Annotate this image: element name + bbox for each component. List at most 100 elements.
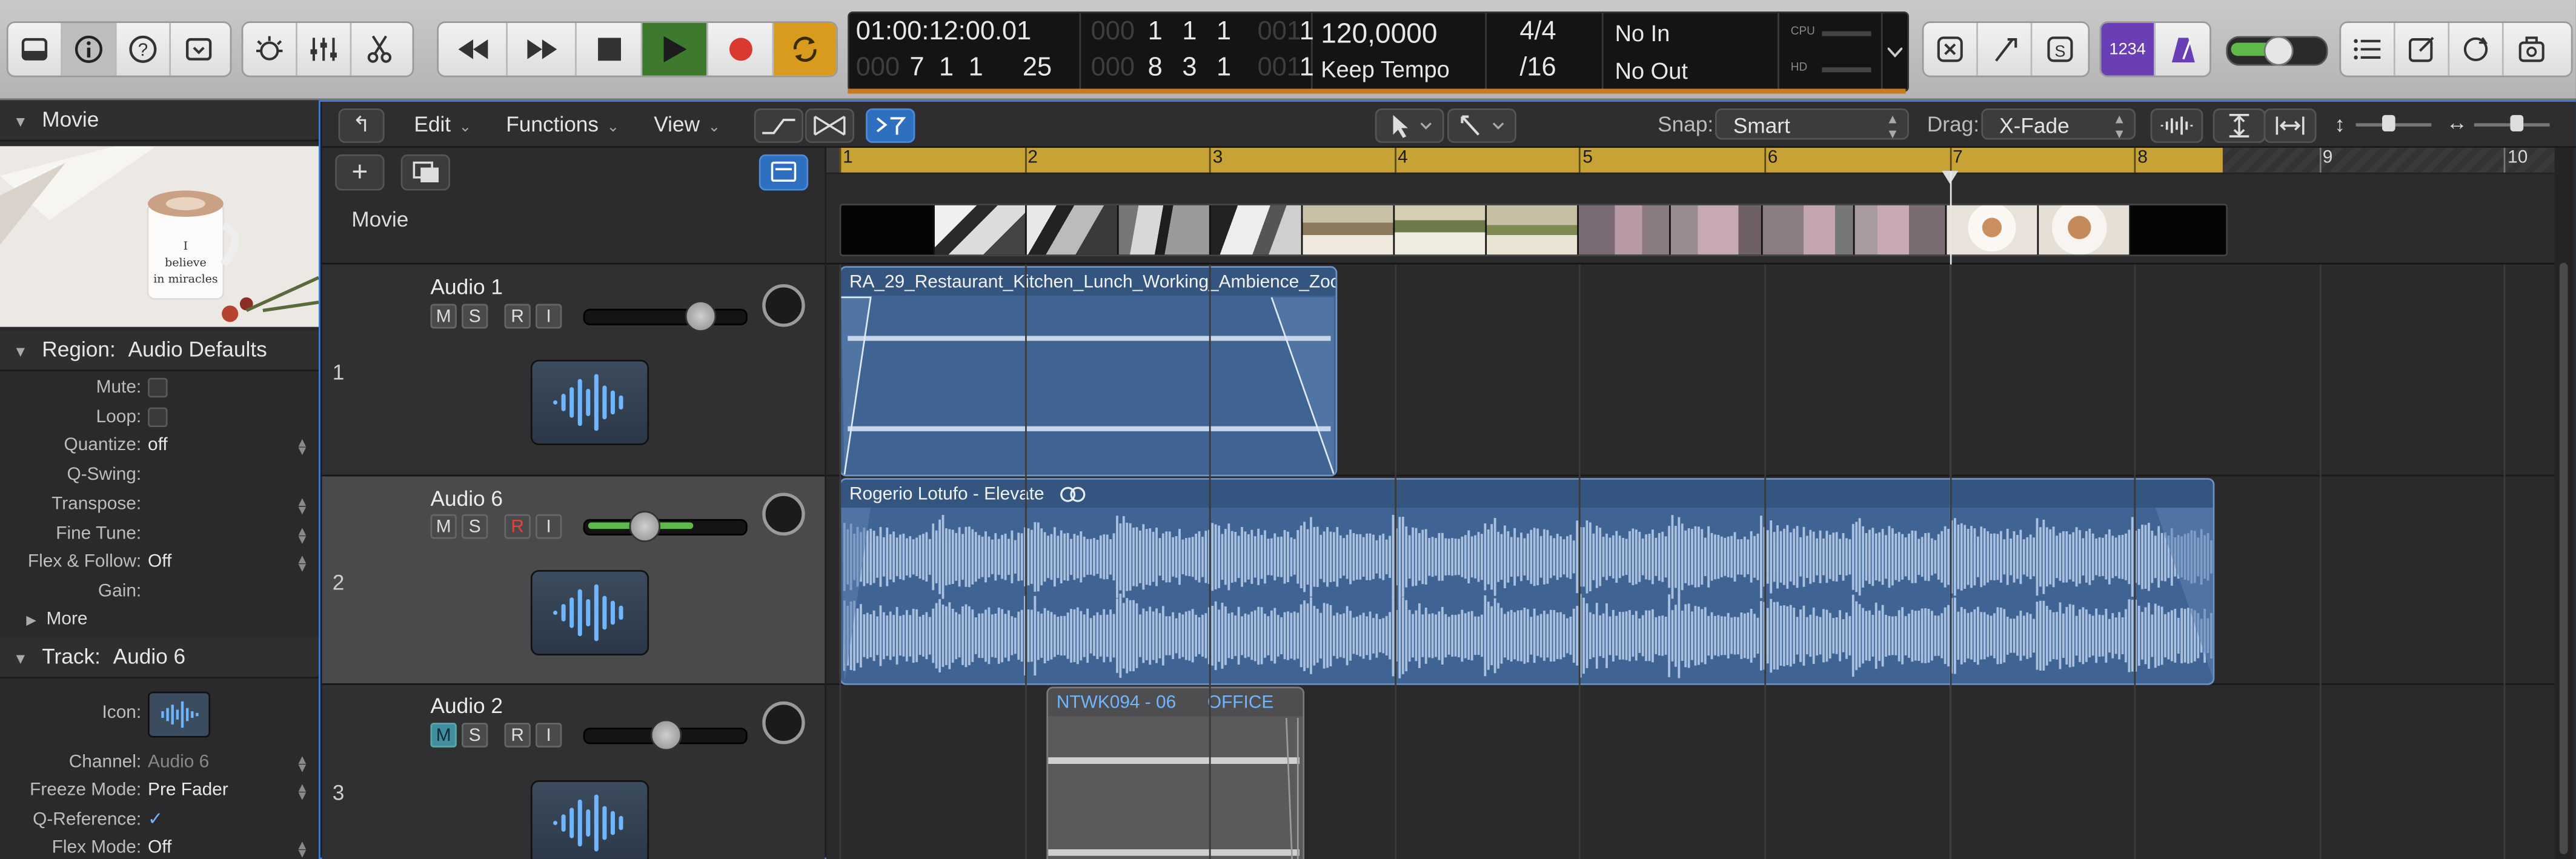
solo-button[interactable]: S [461,303,488,329]
track-name[interactable]: Audio 6 [430,486,503,511]
master-volume-knob[interactable] [2263,36,2294,66]
vertical-scrollbar[interactable] [2554,148,2573,859]
rewind-button[interactable] [439,22,508,76]
master-volume-slider[interactable] [2226,36,2328,66]
stop-button[interactable] [577,22,643,76]
bar-ruler[interactable]: 1 2 3 4 5 6 7 8 9 10 [826,148,2555,174]
flex-follow-stepper-icon[interactable]: ▲ ▼ [296,552,308,574]
note-pad-button[interactable] [2395,22,2450,76]
track-name[interactable]: Audio 2 [430,693,503,718]
mute-button[interactable]: M [430,723,457,748]
add-track-button[interactable]: + [335,154,385,191]
input-monitor-button[interactable]: I [536,514,562,539]
mixer-button[interactable] [297,22,352,76]
smart-controls-button[interactable] [243,22,297,76]
volume-fader-knob[interactable] [650,719,682,751]
record-button[interactable] [708,22,774,76]
play-button[interactable] [642,22,708,76]
loop-browser-button[interactable] [2449,22,2504,76]
inspector-button[interactable] [62,22,117,76]
horizontal-zoom-thumb[interactable] [2510,114,2524,131]
mute-button[interactable]: M [430,303,457,329]
lcd-display[interactable]: 01:00:12:00.01 000 7 1 1 25 000 1 1 1 0011 000 8 3… [848,11,1909,92]
snap-select[interactable]: Smart ▲ ▼ [1715,108,1909,141]
movie-section-header[interactable]: ▼ Movie [0,100,319,142]
functions-menu[interactable]: Functions ⌄ [506,108,619,140]
edit-menu[interactable]: Edit ⌄ [414,108,471,140]
flex-button[interactable] [805,108,855,143]
transpose-stepper-icon[interactable]: ▲ ▼ [296,496,308,517]
view-menu[interactable]: View ⌄ [654,108,720,140]
replace-button[interactable] [1924,22,1978,76]
cycle-range[interactable] [839,148,2223,173]
solo-mode-button[interactable]: S [2032,23,2086,76]
mute-checkbox[interactable] [148,377,168,398]
volume-fader[interactable] [583,300,748,332]
catch-filter-button[interactable] [866,108,915,143]
list-editors-button[interactable] [2341,22,2395,76]
movie-frames-strip[interactable] [839,204,2228,257]
vertical-zoom-thumb[interactable] [2382,114,2395,131]
drag-select[interactable]: X-Fade ▲ ▼ [1981,108,2136,141]
horizontal-auto-zoom-button[interactable] [2263,108,2317,143]
vertical-zoom-slider[interactable] [2355,114,2432,131]
global-tracks-button[interactable] [759,154,809,191]
quick-help-button[interactable]: ? [117,22,171,76]
volume-fader-knob[interactable] [629,511,661,542]
channel-stepper-icon[interactable]: ▲ ▼ [296,753,308,774]
fine-tune-stepper-icon[interactable]: ▲ ▼ [296,525,308,546]
volume-fader[interactable] [583,719,748,751]
volume-fader[interactable] [583,511,748,542]
solo-button[interactable]: S [461,514,488,539]
track-section-header[interactable]: ▼ Track: Audio 6 [0,637,319,678]
channel-value[interactable]: Audio 6 [148,752,209,772]
flex-mode-stepper-icon[interactable]: ▲ ▼ [296,838,308,859]
record-enable-button[interactable]: R [504,514,531,539]
region-section-header[interactable]: ▼ Region: Audio Defaults [0,330,319,371]
automation-button[interactable] [754,108,804,143]
editors-button[interactable] [351,23,405,76]
audio-region-muted[interactable]: NTWK094 - 06 OFFICE [1046,686,1306,859]
flex-mode-value[interactable]: Off [148,838,171,858]
track-header[interactable]: 3 Audio 2 M S R I [322,685,825,859]
forward-button[interactable] [508,22,577,76]
solo-button[interactable]: S [461,723,488,748]
browsers-button[interactable] [2504,23,2558,76]
audio-region[interactable]: RA_29_Restaurant_Kitchen_Lunch_Working_A… [839,266,1337,477]
input-monitor-button[interactable]: I [536,303,562,329]
metronome-button[interactable] [2156,23,2209,76]
waveform-zoom-button[interactable] [2150,108,2203,143]
track-header[interactable]: 1 Audio 1 M S R I [322,264,825,477]
record-enable-button[interactable]: R [504,303,531,329]
q-reference-checkbox[interactable]: ✓ [148,808,163,830]
loop-checkbox[interactable] [148,407,168,428]
more-disclosure[interactable]: ▶ More [26,609,87,629]
volume-fader-knob[interactable] [685,300,717,332]
vertical-scroll-thumb[interactable] [2559,262,2568,855]
secondary-tool-menu[interactable] [1447,108,1516,143]
tuner-button[interactable] [1978,22,2033,76]
track-name[interactable]: Audio 1 [430,274,503,299]
pan-knob[interactable] [762,493,805,536]
audio-region[interactable]: Rogerio Lotufo - Elevate [839,478,2216,685]
library-button[interactable] [8,22,63,76]
toolbar-button[interactable] [171,23,225,76]
record-enable-button[interactable]: R [504,723,531,748]
freeze-mode-stepper-icon[interactable]: ▲ ▼ [296,781,308,802]
quantize-stepper-icon[interactable]: ▲ ▼ [296,436,308,457]
track-header-selected[interactable]: 2 Audio 6 M S R I [322,476,825,685]
quantize-value[interactable]: off [148,436,168,456]
pan-knob[interactable] [762,284,805,327]
track-icon-picker[interactable] [148,691,211,738]
freeze-mode-value[interactable]: Pre Fader [148,780,228,800]
lcd-menu-button[interactable] [1883,13,1908,90]
input-monitor-button[interactable]: I [536,723,562,748]
back-button[interactable]: ↰ [338,108,385,143]
count-in-button[interactable]: 1234 [2101,22,2156,76]
pan-knob[interactable] [762,701,805,745]
vertical-auto-zoom-button[interactable] [2213,108,2266,143]
horizontal-zoom-slider[interactable] [2474,114,2550,131]
pointer-tool-menu[interactable] [1375,108,1444,143]
flex-follow-value[interactable]: Off [148,552,171,572]
mute-button[interactable]: M [430,514,457,539]
